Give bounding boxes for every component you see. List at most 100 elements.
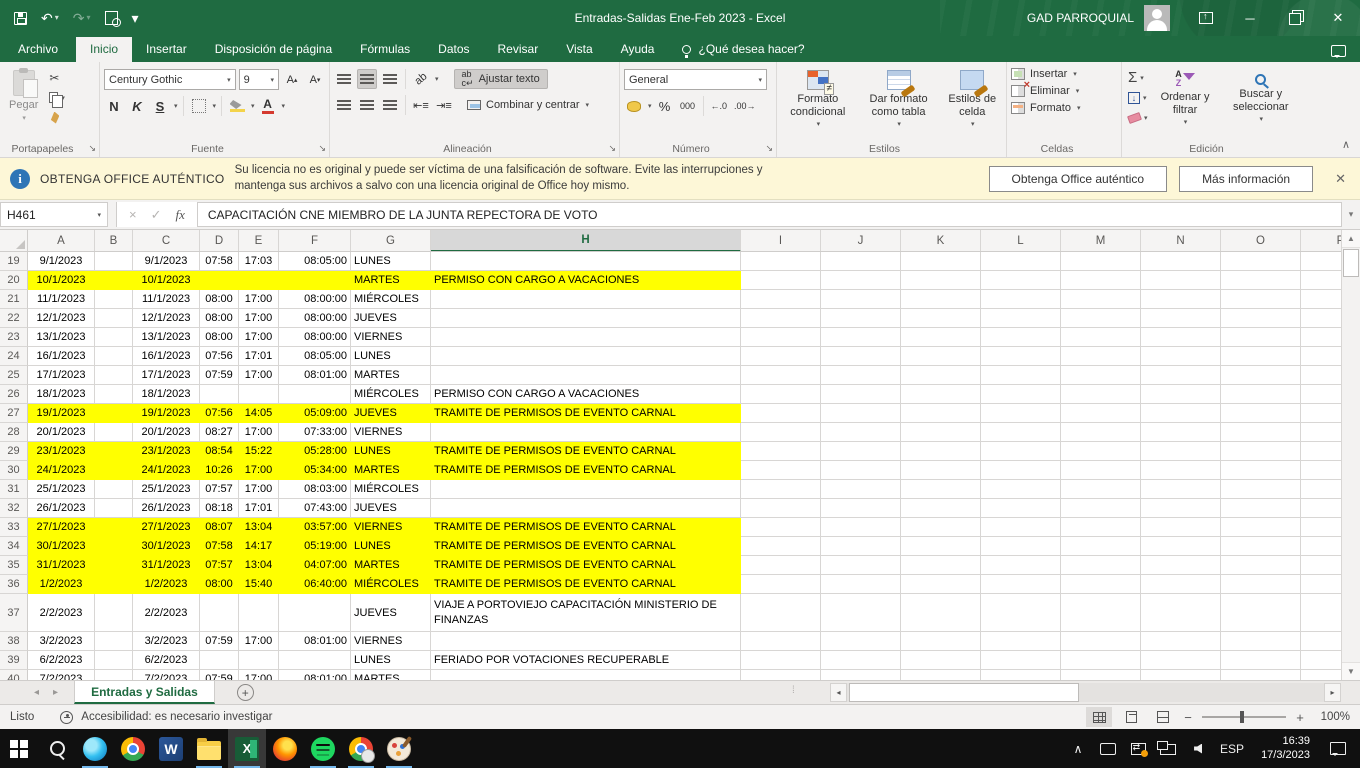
cell-C40[interactable]: 7/2/2023 — [133, 670, 200, 680]
cell-L34[interactable] — [981, 537, 1061, 556]
cell-A20[interactable]: 10/1/2023 — [28, 271, 95, 290]
search-taskbar-button[interactable] — [38, 729, 76, 768]
cell-P25[interactable] — [1301, 366, 1341, 385]
cell-A39[interactable]: 6/2/2023 — [28, 651, 95, 670]
column-header-I[interactable]: I — [741, 230, 821, 252]
cell-L22[interactable] — [981, 309, 1061, 328]
cell-G31[interactable]: MIÉRCOLES — [351, 480, 431, 499]
cell-H20[interactable]: PERMISO CON CARGO A VACACIONES — [431, 271, 741, 290]
cell-M32[interactable] — [1061, 499, 1141, 518]
cell-M35[interactable] — [1061, 556, 1141, 575]
cell-F31[interactable]: 08:03:00 — [279, 480, 351, 499]
tab-vista[interactable]: Vista — [552, 37, 606, 62]
column-header-G[interactable]: G — [351, 230, 431, 252]
cell-E25[interactable]: 17:00 — [239, 366, 279, 385]
cell-K22[interactable] — [901, 309, 981, 328]
cell-G37[interactable]: JUEVES — [351, 594, 431, 632]
get-genuine-office-button[interactable]: Obtenga Office auténtico — [989, 166, 1168, 192]
align-left-icon[interactable] — [334, 95, 354, 115]
cell-O27[interactable] — [1221, 404, 1301, 423]
cell-M20[interactable] — [1061, 271, 1141, 290]
cell-D21[interactable]: 08:00 — [200, 290, 239, 309]
cell-F19[interactable]: 08:05:00 — [279, 252, 351, 271]
cell-C32[interactable]: 26/1/2023 — [133, 499, 200, 518]
cell-E28[interactable]: 17:00 — [239, 423, 279, 442]
cell-G22[interactable]: JUEVES — [351, 309, 431, 328]
cell-D27[interactable]: 07:56 — [200, 404, 239, 423]
cell-L30[interactable] — [981, 461, 1061, 480]
cell-O40[interactable] — [1221, 670, 1301, 680]
cell-G40[interactable]: MARTES — [351, 670, 431, 680]
cell-E31[interactable]: 17:00 — [239, 480, 279, 499]
cell-J26[interactable] — [821, 385, 901, 404]
expand-formula-bar-icon[interactable]: ▾ — [1342, 200, 1360, 229]
alignment-dialog-launcher-icon[interactable]: ↘ — [608, 143, 616, 154]
cell-M37[interactable] — [1061, 594, 1141, 632]
cell-I21[interactable] — [741, 290, 821, 309]
cell-K39[interactable] — [901, 651, 981, 670]
cell-K32[interactable] — [901, 499, 981, 518]
cell-N21[interactable] — [1141, 290, 1221, 309]
cell-O28[interactable] — [1221, 423, 1301, 442]
cell-P20[interactable] — [1301, 271, 1341, 290]
cell-J19[interactable] — [821, 252, 901, 271]
cell-L19[interactable] — [981, 252, 1061, 271]
cell-A21[interactable]: 11/1/2023 — [28, 290, 95, 309]
cell-L36[interactable] — [981, 575, 1061, 594]
tab-inicio[interactable]: Inicio — [76, 37, 132, 62]
cell-J30[interactable] — [821, 461, 901, 480]
cell-B31[interactable] — [95, 480, 133, 499]
cell-styles-button[interactable]: Estilos de celda▾ — [943, 67, 1003, 132]
cell-M24[interactable] — [1061, 347, 1141, 366]
cell-N35[interactable] — [1141, 556, 1221, 575]
cell-E22[interactable]: 17:00 — [239, 309, 279, 328]
cell-D29[interactable]: 08:54 — [200, 442, 239, 461]
increase-decimal-icon[interactable]: ←.0 — [709, 96, 730, 116]
spotify-taskbar-button[interactable] — [304, 729, 342, 768]
cell-O26[interactable] — [1221, 385, 1301, 404]
cell-K38[interactable] — [901, 632, 981, 651]
cell-G21[interactable]: MIÉRCOLES — [351, 290, 431, 309]
cell-M30[interactable] — [1061, 461, 1141, 480]
zoom-out-icon[interactable]: − — [1182, 710, 1194, 725]
undo-icon[interactable]: ↶▾ — [41, 11, 59, 25]
cell-B24[interactable] — [95, 347, 133, 366]
cell-G24[interactable]: LUNES — [351, 347, 431, 366]
cell-G27[interactable]: JUEVES — [351, 404, 431, 423]
cell-A30[interactable]: 24/1/2023 — [28, 461, 95, 480]
row-header-30[interactable]: 30 — [0, 461, 28, 480]
cell-I19[interactable] — [741, 252, 821, 271]
restore-icon[interactable] — [1272, 0, 1316, 36]
cell-F23[interactable]: 08:00:00 — [279, 328, 351, 347]
cell-K40[interactable] — [901, 670, 981, 680]
cell-M26[interactable] — [1061, 385, 1141, 404]
cell-I38[interactable] — [741, 632, 821, 651]
redo-icon[interactable]: ↷▾ — [73, 11, 91, 25]
conditional-formatting-button[interactable]: Formato condicional▾ — [781, 67, 855, 132]
cell-M29[interactable] — [1061, 442, 1141, 461]
cell-H39[interactable]: FERIADO POR VOTACIONES RECUPERABLE — [431, 651, 741, 670]
cell-P23[interactable] — [1301, 328, 1341, 347]
horizontal-scroll-thumb[interactable] — [849, 683, 1079, 702]
cell-F27[interactable]: 05:09:00 — [279, 404, 351, 423]
cell-B35[interactable] — [95, 556, 133, 575]
cell-N34[interactable] — [1141, 537, 1221, 556]
cell-O21[interactable] — [1221, 290, 1301, 309]
accessibility-status[interactable]: Accesibilidad: es necesario investigar — [81, 711, 272, 723]
grow-font-icon[interactable]: A▴ — [282, 70, 302, 90]
number-dialog-launcher-icon[interactable]: ↘ — [765, 143, 773, 154]
cell-I23[interactable] — [741, 328, 821, 347]
cell-K26[interactable] — [901, 385, 981, 404]
cell-I29[interactable] — [741, 442, 821, 461]
cell-D36[interactable]: 08:00 — [200, 575, 239, 594]
cell-K25[interactable] — [901, 366, 981, 385]
cell-I37[interactable] — [741, 594, 821, 632]
more-info-button[interactable]: Más información — [1179, 166, 1313, 192]
cell-C37[interactable]: 2/2/2023 — [133, 594, 200, 632]
row-header-40[interactable]: 40 — [0, 670, 28, 680]
cell-N24[interactable] — [1141, 347, 1221, 366]
cell-P39[interactable] — [1301, 651, 1341, 670]
cell-N25[interactable] — [1141, 366, 1221, 385]
cell-A37[interactable]: 2/2/2023 — [28, 594, 95, 632]
cell-O35[interactable] — [1221, 556, 1301, 575]
